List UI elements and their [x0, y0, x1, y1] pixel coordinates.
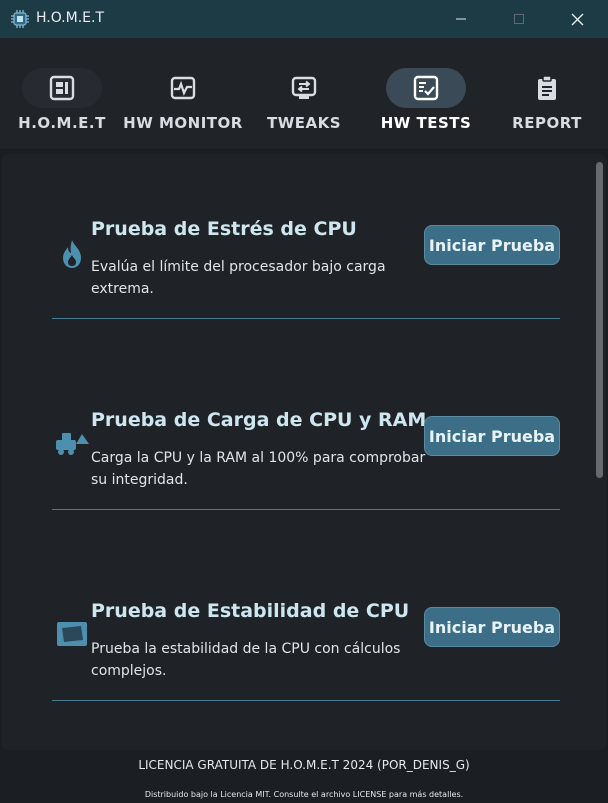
nav-label: H.O.M.E.T — [18, 114, 106, 132]
minimize-icon — [456, 18, 466, 20]
main-navigation: H.O.M.E.T HW MONITOR TWEAKS HW TESTS REP… — [0, 38, 608, 150]
checklist-icon — [413, 75, 439, 101]
nav-label: HW TESTS — [380, 114, 472, 132]
truck-load-icon — [54, 425, 90, 461]
test-card-cpu-ram-load: Prueba de Carga de CPU y RAM Carga la CP… — [52, 409, 560, 559]
cpu-chip-icon — [49, 75, 75, 101]
divider — [52, 318, 560, 319]
clipboard-icon — [538, 75, 556, 100]
minimize-button[interactable] — [438, 0, 484, 38]
license-note: Distribuido bajo la Licencia MIT. Consul… — [144, 790, 464, 799]
screen-icon — [54, 616, 90, 652]
nav-label: TWEAKS — [266, 114, 342, 132]
license-text: LICENCIA GRATUITA DE H.O.M.E.T 2024 (POR… — [138, 758, 470, 772]
nav-icon-pill — [386, 68, 466, 108]
title-bar: H.O.M.E.T — [0, 0, 608, 38]
window-title: H.O.M.E.T — [36, 10, 105, 26]
scroll-thumb[interactable] — [596, 162, 603, 478]
nav-icon-pill — [22, 68, 102, 108]
nav-icon-pill — [143, 68, 223, 108]
maximize-icon — [514, 14, 524, 24]
tests-panel: Prueba de Estrés de CPU Evalúa el límite… — [2, 154, 606, 750]
nav-item-tweaks[interactable]: TWEAKS — [264, 38, 344, 150]
test-title: Prueba de Estabilidad de CPU — [91, 600, 410, 622]
test-description: Prueba la estabilidad de la CPU con cálc… — [91, 641, 401, 679]
nav-icon-pill — [264, 68, 344, 108]
start-test-button[interactable]: Iniciar Prueba — [424, 225, 560, 265]
footer: LICENCIA GRATUITA DE H.O.M.E.T 2024 (POR… — [0, 750, 608, 803]
test-description: Evalúa el límite del procesador bajo car… — [91, 259, 386, 297]
pulse-monitor-icon — [170, 76, 196, 100]
divider — [52, 509, 560, 510]
nav-icon-pill — [507, 68, 587, 108]
start-test-button[interactable]: Iniciar Prueba — [424, 416, 560, 456]
fire-icon — [54, 236, 90, 272]
maximize-button[interactable] — [496, 0, 542, 38]
swap-arrows-icon — [291, 76, 317, 99]
nav-item-homet[interactable]: H.O.M.E.T — [18, 38, 105, 150]
nav-label: HW MONITOR — [123, 114, 243, 132]
start-test-button[interactable]: Iniciar Prueba — [424, 607, 560, 647]
nav-item-hw-tests[interactable]: HW TESTS — [381, 38, 471, 150]
nav-item-hw-monitor[interactable]: HW MONITOR — [123, 38, 242, 150]
test-card-cpu-stress: Prueba de Estrés de CPU Evalúa el límite… — [52, 218, 560, 368]
chip-icon — [10, 9, 30, 29]
close-button[interactable] — [554, 0, 600, 38]
test-title: Prueba de Carga de CPU y RAM — [91, 409, 427, 431]
close-icon — [571, 13, 583, 25]
test-card-cpu-stability: Prueba de Estabilidad de CPU Prueba la e… — [52, 600, 560, 750]
divider — [52, 700, 560, 701]
vertical-scrollbar[interactable] — [594, 162, 604, 742]
test-title: Prueba de Estrés de CPU — [91, 218, 357, 240]
nav-label: REPORT — [512, 114, 582, 132]
nav-item-report[interactable]: REPORT — [507, 38, 587, 150]
test-description: Carga la CPU y la RAM al 100% para compr… — [91, 450, 426, 488]
